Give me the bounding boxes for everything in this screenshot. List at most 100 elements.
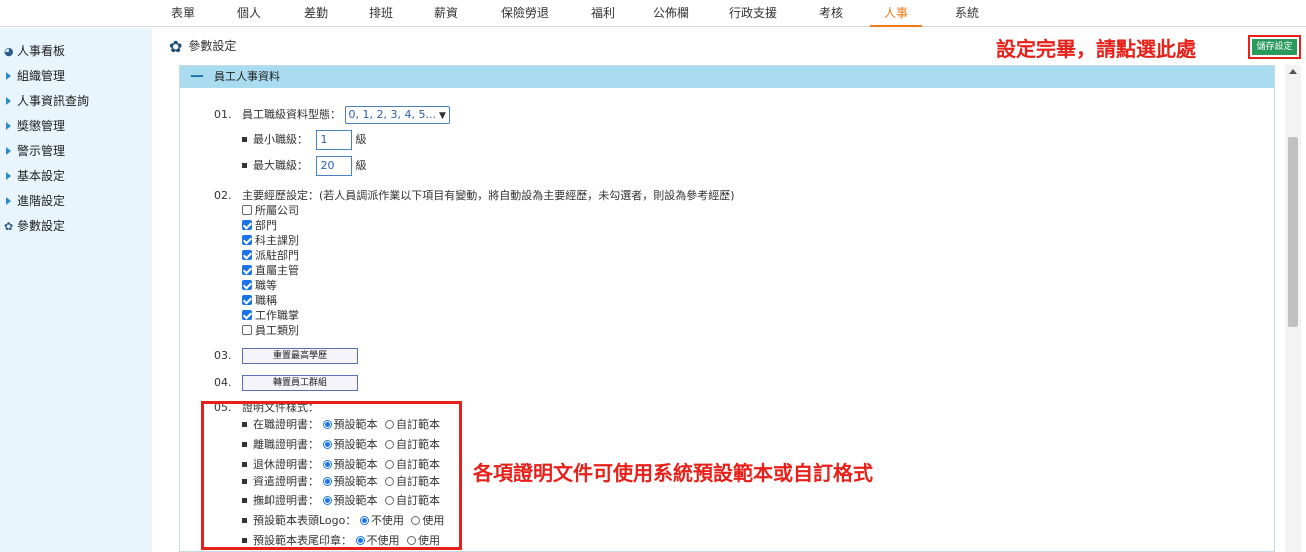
option-label: 直屬主管: [255, 264, 299, 277]
experience-option[interactable]: 部門: [242, 218, 277, 234]
nav-item-system[interactable]: 系統: [948, 0, 986, 27]
option-label: 職等: [255, 279, 277, 292]
item-label: 主要經歷設定：(若人員調派作業以下項目有變動，將自動設為主要經歷，未勾選者，則設…: [242, 189, 735, 202]
experience-option[interactable]: 職稱: [242, 293, 277, 309]
experience-option[interactable]: 員工類別: [242, 323, 299, 339]
experience-option[interactable]: 派駐部門: [242, 248, 299, 264]
nav-item-hr[interactable]: 人事: [870, 0, 922, 27]
bullet-icon: [242, 136, 247, 142]
sidebar: ◕ 人事看板 組織管理 人事資訊查詢 獎懲管理 警示管理 基本設定 進階設定 ✿ 參…: [0, 28, 152, 552]
sidebar-item-hr-dashboard[interactable]: ◕ 人事看板: [4, 42, 65, 60]
nav-item-bulletin[interactable]: 公佈欄: [648, 0, 694, 27]
min-grade-label: 最小職級：: [253, 133, 308, 146]
checkbox[interactable]: [242, 250, 252, 260]
nav-item-appraisal[interactable]: 考核: [814, 0, 848, 27]
checkbox[interactable]: [242, 205, 252, 215]
sidebar-item-advanced-settings[interactable]: 進階設定: [4, 192, 65, 210]
checkbox[interactable]: [242, 295, 252, 305]
sidebar-item-label: 警示管理: [17, 144, 66, 158]
scroll-up-icon[interactable]: [1289, 69, 1297, 74]
min-grade-row: 最小職級： 1級: [242, 130, 367, 150]
sidebar-item-label: 基本設定: [17, 169, 66, 183]
scroll-thumb[interactable]: [1288, 137, 1298, 327]
min-grade-input[interactable]: 1: [315, 130, 352, 150]
chevron-down-icon: ▼: [438, 111, 446, 121]
experience-option[interactable]: 科主課別: [242, 233, 299, 249]
gear-icon: ✿: [4, 220, 14, 233]
item-02: 02. 主要經歷設定：(若人員調派作業以下項目有變動，將自動設為主要經歷，未勾選者…: [214, 188, 735, 204]
nav-item-attendance[interactable]: 差勤: [298, 0, 334, 27]
sidebar-item-label: 參數設定: [17, 219, 66, 233]
page-title-text: 參數設定: [188, 39, 237, 53]
sidebar-item-label: 進階設定: [17, 194, 66, 208]
sidebar-item-hr-query[interactable]: 人事資訊查詢: [4, 92, 89, 110]
triangle-right-icon: [6, 71, 11, 80]
save-highlight-box: 儲存設定: [1248, 35, 1301, 59]
select-value: 0, 1, 2, 3, 4, 5...: [348, 108, 436, 121]
item-number: 04.: [214, 376, 232, 389]
transfer-employee-group-button[interactable]: 轉置員工群組: [242, 375, 358, 391]
pie-chart-icon: ◕: [4, 45, 14, 58]
triangle-right-icon: [6, 171, 11, 180]
grade-type-select[interactable]: 0, 1, 2, 3, 4, 5... ▼: [344, 106, 450, 124]
triangle-right-icon: [6, 196, 11, 205]
checkbox[interactable]: [242, 220, 252, 230]
nav-item-personal[interactable]: 個人: [230, 0, 268, 27]
experience-option[interactable]: 所屬公司: [242, 203, 299, 219]
checkbox[interactable]: [242, 265, 252, 275]
max-grade-row: 最大職級： 20 級: [242, 156, 367, 176]
triangle-right-icon: [6, 121, 11, 130]
certificate-highlight-box: [201, 401, 462, 550]
unit-label: 級: [355, 133, 367, 146]
max-grade-input[interactable]: 20: [315, 156, 352, 176]
experience-option[interactable]: 工作職掌: [242, 308, 299, 324]
sidebar-item-organization[interactable]: 組織管理: [4, 67, 65, 85]
checkbox[interactable]: [242, 280, 252, 290]
sidebar-item-rewards[interactable]: 獎懲管理: [4, 117, 65, 135]
sidebar-item-basic-settings[interactable]: 基本設定: [4, 167, 65, 185]
nav-item-insurance[interactable]: 保險勞退: [494, 0, 556, 27]
option-label: 派駐部門: [255, 249, 299, 262]
nav-item-scheduling[interactable]: 排班: [364, 0, 398, 27]
nav-item-salary[interactable]: 薪資: [429, 0, 463, 27]
panel-header[interactable]: — 員工人事資料: [180, 66, 1274, 88]
checkbox[interactable]: [242, 235, 252, 245]
sidebar-item-parameter-settings[interactable]: ✿ 參數設定: [4, 217, 65, 235]
sidebar-item-label: 組織管理: [17, 69, 66, 83]
item-number: 02.: [214, 189, 232, 202]
item-number: 03.: [214, 349, 232, 362]
item-01: 01. 員工職級資料型態： 0, 1, 2, 3, 4, 5... ▼: [214, 106, 450, 124]
panel-title: 員工人事資料: [214, 70, 280, 83]
reset-highest-education-button[interactable]: 重置最高學歷: [242, 348, 358, 364]
nav-item-admin-support[interactable]: 行政支援: [722, 0, 784, 27]
page-title: ✿ 參數設定: [169, 36, 236, 56]
option-label: 工作職掌: [255, 309, 299, 322]
option-label: 科主課別: [255, 234, 299, 247]
save-settings-button[interactable]: 儲存設定: [1252, 39, 1297, 55]
option-label: 所屬公司: [255, 204, 299, 217]
item-04: 04. 轉置員工群組: [214, 375, 358, 391]
bullet-icon: [242, 162, 247, 168]
nav-item-forms[interactable]: 表單: [166, 0, 200, 27]
vertical-scrollbar[interactable]: [1285, 65, 1301, 552]
top-nav: 表單 個人 差勤 排班 薪資 保險勞退 福利 公佈欄 行政支援 考核 人事 系統: [0, 0, 1306, 27]
triangle-right-icon: [6, 96, 11, 105]
option-label: 部門: [255, 219, 277, 232]
experience-option[interactable]: 職等: [242, 278, 277, 294]
annotation-save-hint: 設定完畢，請點選此處: [996, 37, 1196, 61]
item-03: 03. 重置最高學歷: [214, 348, 358, 364]
sidebar-item-label: 獎懲管理: [17, 119, 66, 133]
triangle-right-icon: [6, 146, 11, 155]
checkbox[interactable]: [242, 310, 252, 320]
nav-item-benefits[interactable]: 福利: [586, 0, 620, 27]
gear-icon: ✿: [169, 36, 183, 56]
unit-label: 級: [355, 159, 367, 172]
option-label: 職稱: [255, 294, 277, 307]
item-label: 員工職級資料型態：: [242, 108, 341, 121]
sidebar-item-alerts[interactable]: 警示管理: [4, 142, 65, 160]
option-label: 員工類別: [255, 324, 299, 337]
max-grade-label: 最大職級：: [253, 159, 308, 172]
checkbox[interactable]: [242, 325, 252, 335]
experience-option[interactable]: 直屬主管: [242, 263, 299, 279]
collapse-icon[interactable]: —: [190, 69, 204, 83]
